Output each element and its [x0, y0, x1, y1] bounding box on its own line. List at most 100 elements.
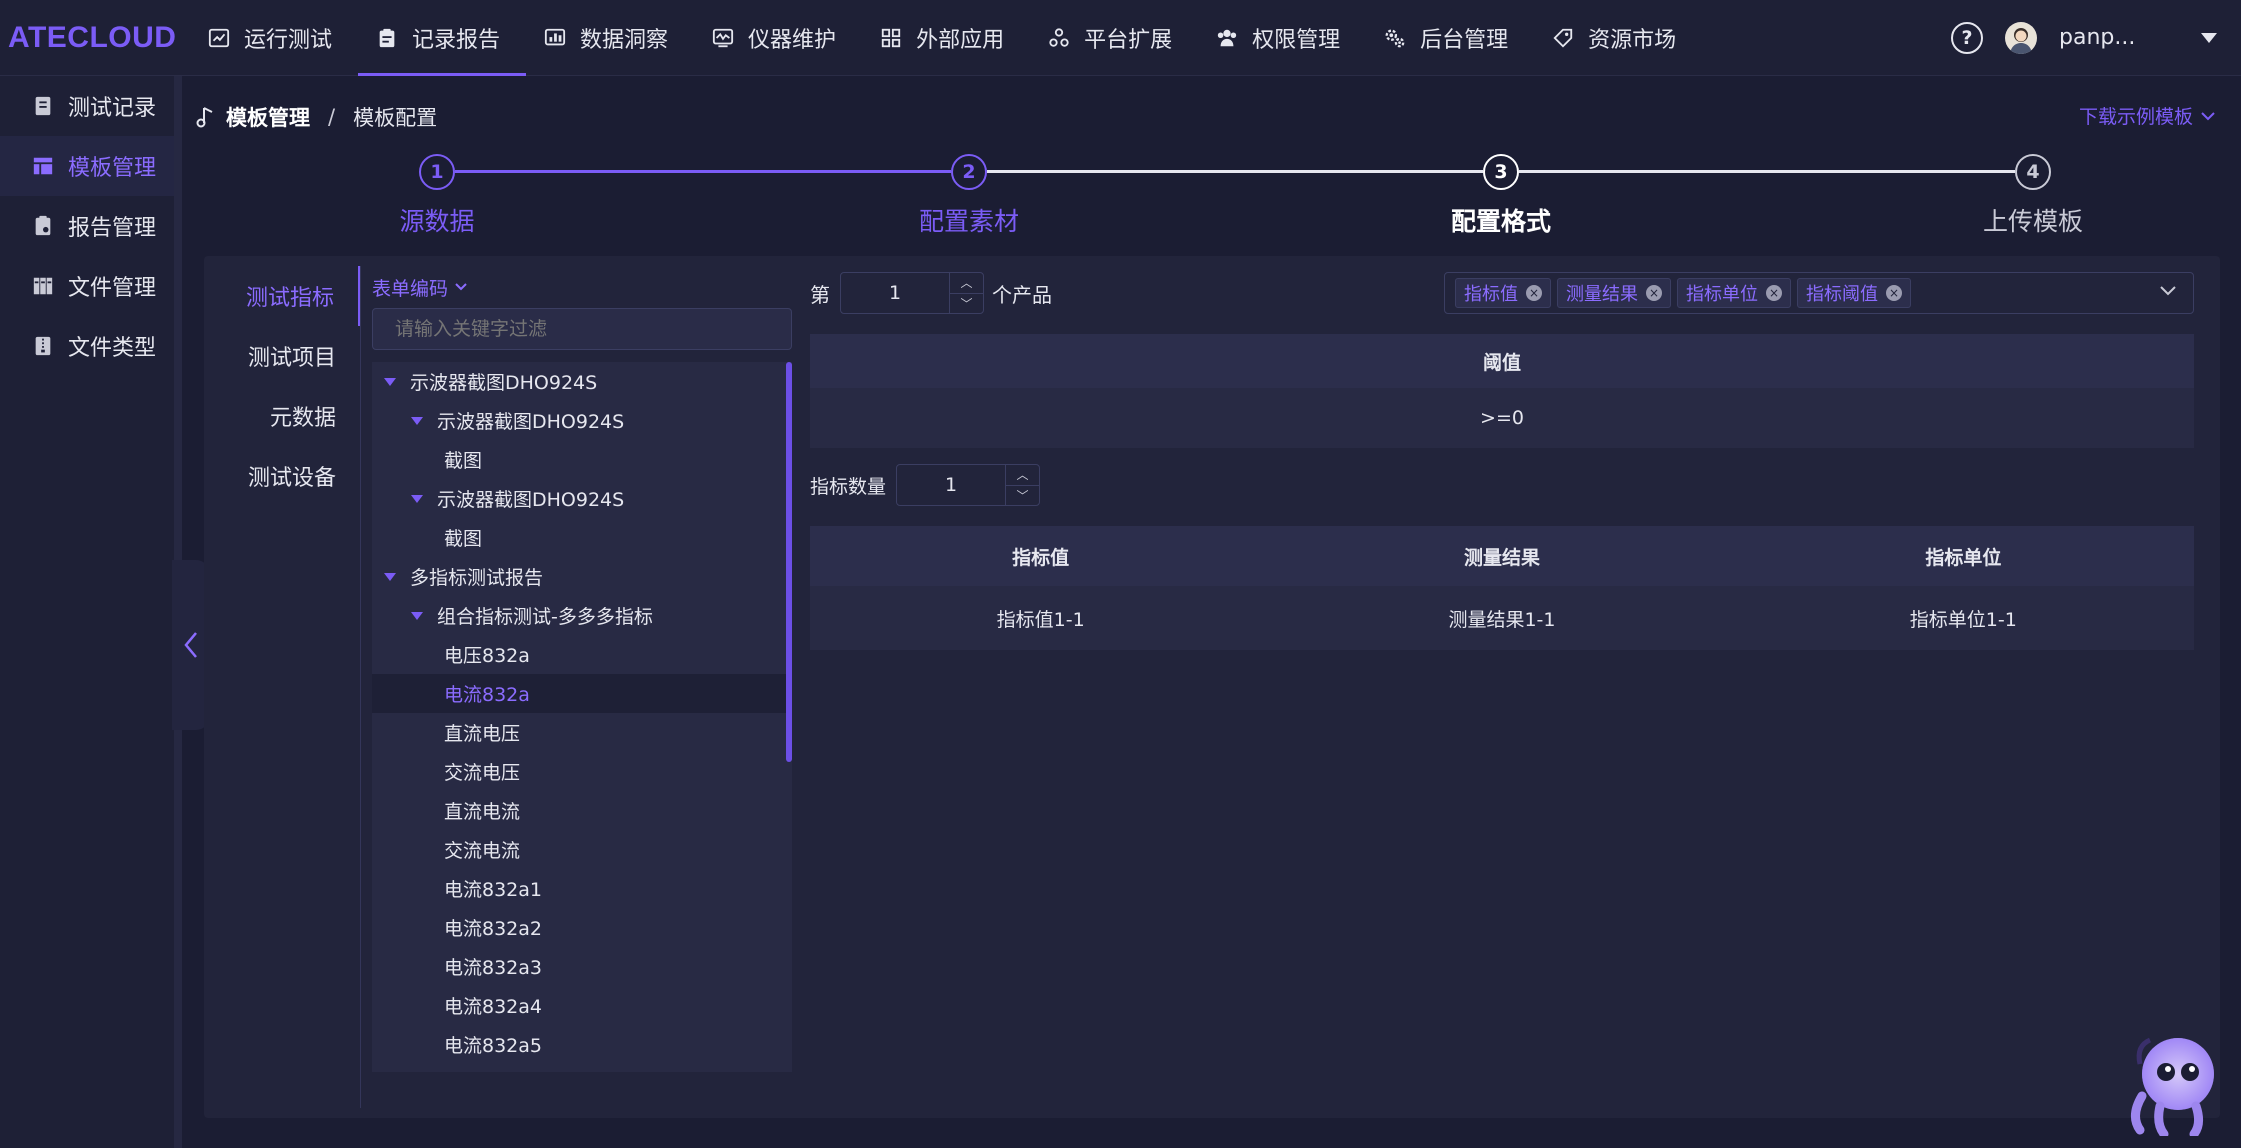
monitor-icon — [712, 28, 734, 47]
tree-node[interactable]: 电流832a2 — [372, 908, 792, 947]
tree-node-label: 交流电流 — [444, 840, 521, 862]
form-code-dropdown[interactable]: 表单编码 — [372, 266, 792, 308]
tree-node-label: 示波器截图DHO924S — [437, 411, 625, 433]
indicator-count-stepper[interactable]: 1 ︿ ﹀ — [896, 464, 1041, 506]
clipboard-icon — [379, 28, 395, 47]
tree-node-label: 示波器截图DHO924S — [410, 372, 598, 394]
app-logo[interactable]: ATECLOUD — [0, 21, 190, 55]
tree-node[interactable]: 电压832a — [372, 635, 792, 674]
form-code-label: 表单编码 — [372, 277, 449, 300]
tab-test-items[interactable]: 测试项目 — [204, 326, 360, 386]
tag-label: 指标单位 — [1686, 284, 1758, 305]
tree-node[interactable]: 直流电压 — [372, 713, 792, 752]
tab-test-devices[interactable]: 测试设备 — [204, 446, 360, 506]
topnav-platform-extension[interactable]: 平台扩展 — [1030, 0, 1198, 76]
close-icon[interactable]: × — [1646, 285, 1662, 301]
table-cell: 指标单位1-1 — [1909, 608, 2017, 631]
chevron-up-icon[interactable]: ︿ — [950, 273, 983, 294]
caret-down-icon[interactable] — [384, 572, 396, 581]
caret-down-icon[interactable] — [411, 611, 423, 620]
caret-down-icon[interactable] — [384, 377, 396, 386]
table-header-cell: 指标值 — [1012, 546, 1070, 569]
tree-node[interactable]: 截图 — [372, 440, 792, 479]
tree-node[interactable]: 直流电流 — [372, 791, 792, 830]
breadcrumb: 模板管理 / 模板配置 — [196, 102, 437, 132]
avatar[interactable] — [2005, 21, 2037, 54]
step-connector — [1519, 170, 2015, 173]
step-4-label: 上传模板 — [1982, 207, 2084, 236]
step-2-circle: 2 — [951, 154, 987, 190]
sidebar-item-template-management[interactable]: 模板管理 — [0, 136, 174, 196]
tab-test-indicators[interactable]: 测试指标 — [204, 266, 360, 326]
tree-node[interactable]: 示波器截图DHO924S — [372, 401, 792, 440]
topnav-permissions[interactable]: 权限管理 — [1198, 0, 1366, 76]
tree-node[interactable]: 交流电压 — [372, 752, 792, 791]
topnav-label: 仪器维护 — [748, 27, 837, 53]
caret-down-icon[interactable] — [411, 416, 423, 425]
indicator-count-value[interactable]: 1 — [897, 474, 1005, 496]
topnav-label: 平台扩展 — [1084, 27, 1173, 53]
caret-down-icon[interactable] — [411, 494, 423, 503]
topnav-run-test[interactable]: 运行测试 — [190, 0, 358, 76]
topnav-resource-market[interactable]: 资源市场 — [1534, 0, 1702, 76]
tree-node[interactable]: 示波器截图DHO924S — [372, 479, 792, 518]
chevron-down-icon[interactable]: ﹀ — [950, 294, 983, 314]
tree-node[interactable]: 示波器截图DHO924S — [372, 362, 792, 401]
step-connector — [455, 170, 951, 173]
topnav-label: 运行测试 — [244, 27, 333, 53]
topnav-external-apps[interactable]: 外部应用 — [862, 0, 1030, 76]
topnav-backend[interactable]: 后台管理 — [1366, 0, 1534, 76]
close-icon[interactable]: × — [1886, 285, 1902, 301]
assistant-mascot[interactable] — [2120, 1026, 2230, 1139]
tab-metadata[interactable]: 元数据 — [204, 386, 360, 446]
table-cell: 指标值1-1 — [996, 608, 1085, 631]
sidebar-item-report-management[interactable]: 报告管理 — [0, 196, 174, 256]
topnav-label: 后台管理 — [1420, 27, 1509, 53]
sidebar-item-file-management[interactable]: 文件管理 — [0, 256, 174, 316]
tree-node-label: 电流832a1 — [444, 879, 542, 901]
tree-node-label: 电流832a3 — [444, 957, 542, 979]
download-sample-template-link[interactable]: 下载示例模板 — [2079, 102, 2215, 129]
bar-chart-icon — [544, 28, 566, 45]
sidebar-item-test-records[interactable]: 测试记录 — [0, 76, 174, 136]
tree-area: 表单编码 示波器截图DHO924S 示波器截图DHO924S 截图 示波器截图D… — [372, 266, 792, 1108]
step-3-circle: 3 — [1483, 154, 1519, 190]
chevron-down-icon[interactable] — [2159, 285, 2177, 297]
topnav-instrument-maintenance[interactable]: 仪器维护 — [694, 0, 862, 76]
chevron-down-icon[interactable] — [2201, 32, 2217, 43]
product-stepper[interactable]: 1 ︿ ﹀ — [840, 272, 984, 314]
tree-node[interactable]: 交流电流 — [372, 830, 792, 869]
tree-node-label: 电流832a5 — [444, 1035, 542, 1057]
chevron-down-icon[interactable]: ﹀ — [1006, 486, 1039, 506]
chevron-up-icon[interactable]: ︿ — [1006, 465, 1040, 486]
sidebar-item-label: 文件管理 — [68, 276, 157, 301]
tree-node[interactable]: 电流832a1 — [372, 869, 792, 908]
help-icon[interactable]: ? — [1951, 21, 1983, 54]
tag-icon — [1553, 28, 1573, 48]
tree-node[interactable]: 截图 — [372, 518, 792, 557]
tree-node[interactable]: 电流832a5 — [372, 1025, 792, 1064]
tree-node-label: 直流电压 — [444, 723, 521, 745]
close-icon[interactable]: × — [1766, 285, 1782, 301]
topnav-label: 记录报告 — [412, 27, 501, 53]
table-cell: 测量结果1-1 — [1448, 608, 1556, 631]
breadcrumb-current: 模板配置 — [353, 106, 438, 130]
tree-node[interactable]: 组合指标测试-多多多指标 — [372, 596, 792, 635]
tree-node-selected[interactable]: 电流832a — [372, 674, 792, 713]
topnav-records-reports[interactable]: 记录报告 — [358, 0, 527, 76]
sidebar-item-file-types[interactable]: 文件类型 — [0, 316, 174, 376]
table-header-cell: 指标单位 — [1925, 546, 2002, 569]
tree-node[interactable]: 多指标测试报告 — [372, 557, 792, 596]
tree-scrollbar[interactable] — [786, 362, 792, 762]
topnav-data-insight[interactable]: 数据洞察 — [526, 0, 694, 76]
tree-node-label: 组合指标测试-多多多指标 — [437, 606, 653, 628]
product-value[interactable]: 1 — [841, 282, 949, 304]
close-icon[interactable]: × — [1526, 285, 1542, 301]
tree-node[interactable]: 电流832a4 — [372, 986, 792, 1025]
tree-node[interactable]: 电流832a3 — [372, 947, 792, 986]
breadcrumb-root[interactable]: 模板管理 — [226, 102, 310, 132]
column-tag-select[interactable]: 指标值 × 测量结果 × 指标单位 × 指标阈值 × — [1444, 272, 2194, 314]
user-name[interactable]: panp... — [2059, 25, 2179, 50]
keyword-filter-input[interactable] — [372, 308, 792, 350]
topnav-label: 权限管理 — [1252, 27, 1341, 53]
